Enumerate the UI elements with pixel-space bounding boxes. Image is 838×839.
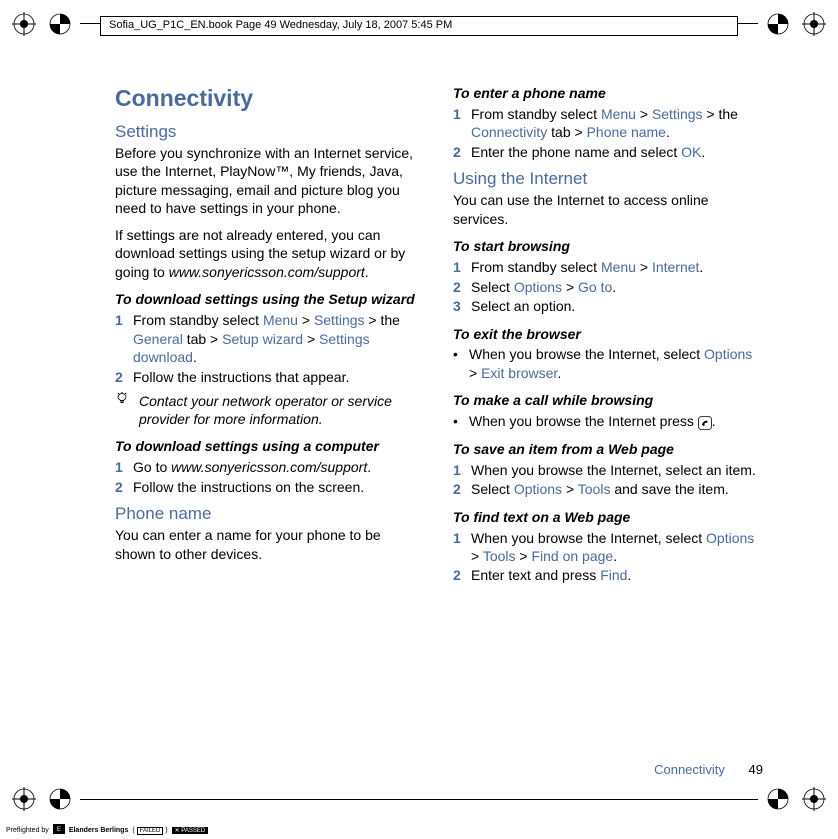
subhead-enter-phone-name: To enter a phone name xyxy=(453,85,763,103)
step-body: Go to www.sonyericsson.com/support. xyxy=(133,458,425,476)
preflight-logo-icon: E xyxy=(53,824,65,836)
step-body: Select an option. xyxy=(471,297,763,315)
preflight-brand: Elanders Berlings xyxy=(69,827,129,834)
preflight-bar: Preflighted by E Elanders Berlings ( FAI… xyxy=(6,824,208,836)
internet-intro: You can use the Internet to access onlin… xyxy=(453,191,763,228)
step-number: 1 xyxy=(115,458,127,476)
step-2: 2 Follow the instructions on the screen. xyxy=(115,478,425,496)
phone-name-intro: You can enter a name for your phone to b… xyxy=(115,526,425,563)
bullet-dot-icon: • xyxy=(453,345,461,382)
header-text: Sofia_UG_P1C_EN.book Page 49 Wednesday, … xyxy=(109,19,452,31)
step-number: 1 xyxy=(453,105,465,142)
left-column: Connectivity Settings Before you synchro… xyxy=(115,85,425,749)
bullet-body: When you browse the Internet, select Opt… xyxy=(469,345,763,382)
registration-mark-icon xyxy=(48,787,72,811)
tip-note: Contact your network operator or service… xyxy=(115,392,425,428)
step-body: Select Options > Go to. xyxy=(471,278,763,296)
registration-mark-icon xyxy=(12,787,36,811)
step-1: 1 From standby select Menu > Settings > … xyxy=(115,311,425,366)
page-content: Connectivity Settings Before you synchro… xyxy=(115,85,763,749)
bullet-item: • When you browse the Internet, select O… xyxy=(453,345,763,382)
svg-text:E: E xyxy=(57,827,61,833)
step-body: Enter the phone name and select OK. xyxy=(471,143,763,161)
step-body: When you browse the Internet, select an … xyxy=(471,461,763,479)
registration-mark-icon xyxy=(48,12,72,36)
step-number: 1 xyxy=(453,258,465,276)
step-3: 3 Select an option. xyxy=(453,297,763,315)
chapter-title: Connectivity xyxy=(115,85,425,112)
step-2: 2 Select Options > Tools and save the it… xyxy=(453,480,763,498)
subhead-start-browsing: To start browsing xyxy=(453,238,763,256)
subhead-download-computer: To download settings using a computer xyxy=(115,438,425,456)
step-number: 1 xyxy=(453,529,465,566)
step-body: Follow the instructions that appear. xyxy=(133,368,425,386)
tip-text: Contact your network operator or service… xyxy=(139,392,425,428)
subhead-exit-browser: To exit the browser xyxy=(453,326,763,344)
registration-mark-icon xyxy=(12,12,36,36)
step-number: 2 xyxy=(453,566,465,584)
subhead-save-item: To save an item from a Web page xyxy=(453,441,763,459)
subhead-call-while-browsing: To make a call while browsing xyxy=(453,392,763,410)
call-key-icon xyxy=(698,416,712,430)
step-body: When you browse the Internet, select Opt… xyxy=(471,529,763,566)
step-body: From standby select Menu > Internet. xyxy=(471,258,763,276)
step-1: 1 From standby select Menu > Internet. xyxy=(453,258,763,276)
settings-intro-2: If settings are not already entered, you… xyxy=(115,226,425,281)
preflight-label: Preflighted by xyxy=(6,827,49,834)
settings-intro: Before you synchronize with an Internet … xyxy=(115,144,425,218)
registration-mark-icon xyxy=(766,787,790,811)
step-number: 1 xyxy=(115,311,127,366)
bullet-item: • When you browse the Internet press . xyxy=(453,412,763,430)
step-1: 1 When you browse the Internet, select O… xyxy=(453,529,763,566)
bullet-dot-icon: • xyxy=(453,412,461,430)
step-1: 1 From standby select Menu > Settings > … xyxy=(453,105,763,142)
step-2: 2 Select Options > Go to. xyxy=(453,278,763,296)
subhead-find-text: To find text on a Web page xyxy=(453,509,763,527)
page-footer: Connectivity 49 xyxy=(654,762,763,777)
step-2: 2 Follow the instructions that appear. xyxy=(115,368,425,386)
step-1: 1 Go to www.sonyericsson.com/support. xyxy=(115,458,425,476)
section-using-internet: Using the Internet xyxy=(453,169,763,189)
step-body: Enter text and press Find. xyxy=(471,566,763,584)
tip-icon xyxy=(115,392,131,428)
page-header-bar: Sofia_UG_P1C_EN.book Page 49 Wednesday, … xyxy=(100,16,738,36)
step-number: 2 xyxy=(115,478,127,496)
registration-mark-icon xyxy=(802,787,826,811)
step-2: 2 Enter the phone name and select OK. xyxy=(453,143,763,161)
step-number: 2 xyxy=(453,278,465,296)
step-number: 2 xyxy=(453,480,465,498)
step-number: 1 xyxy=(453,461,465,479)
step-number: 2 xyxy=(453,143,465,161)
step-body: Follow the instructions on the screen. xyxy=(133,478,425,496)
right-column: To enter a phone name 1 From standby sel… xyxy=(453,85,763,749)
registration-mark-icon xyxy=(766,12,790,36)
step-body: From standby select Menu > Settings > th… xyxy=(133,311,425,366)
crop-line xyxy=(80,799,758,800)
footer-section: Connectivity xyxy=(654,762,725,777)
footer-page-number: 49 xyxy=(749,762,763,777)
preflight-failed-badge: ( FAILED ) xyxy=(132,827,167,834)
registration-mark-icon xyxy=(802,12,826,36)
step-2: 2 Enter text and press Find. xyxy=(453,566,763,584)
bullet-body: When you browse the Internet press . xyxy=(469,412,763,430)
subhead-download-wizard: To download settings using the Setup wiz… xyxy=(115,291,425,309)
step-body: From standby select Menu > Settings > th… xyxy=(471,105,763,142)
step-1: 1 When you browse the Internet, select a… xyxy=(453,461,763,479)
step-number: 2 xyxy=(115,368,127,386)
step-body: Select Options > Tools and save the item… xyxy=(471,480,763,498)
preflight-passed-badge: ✕ PASSED xyxy=(172,827,209,834)
section-phone-name: Phone name xyxy=(115,504,425,524)
section-settings: Settings xyxy=(115,122,425,142)
step-number: 3 xyxy=(453,297,465,315)
